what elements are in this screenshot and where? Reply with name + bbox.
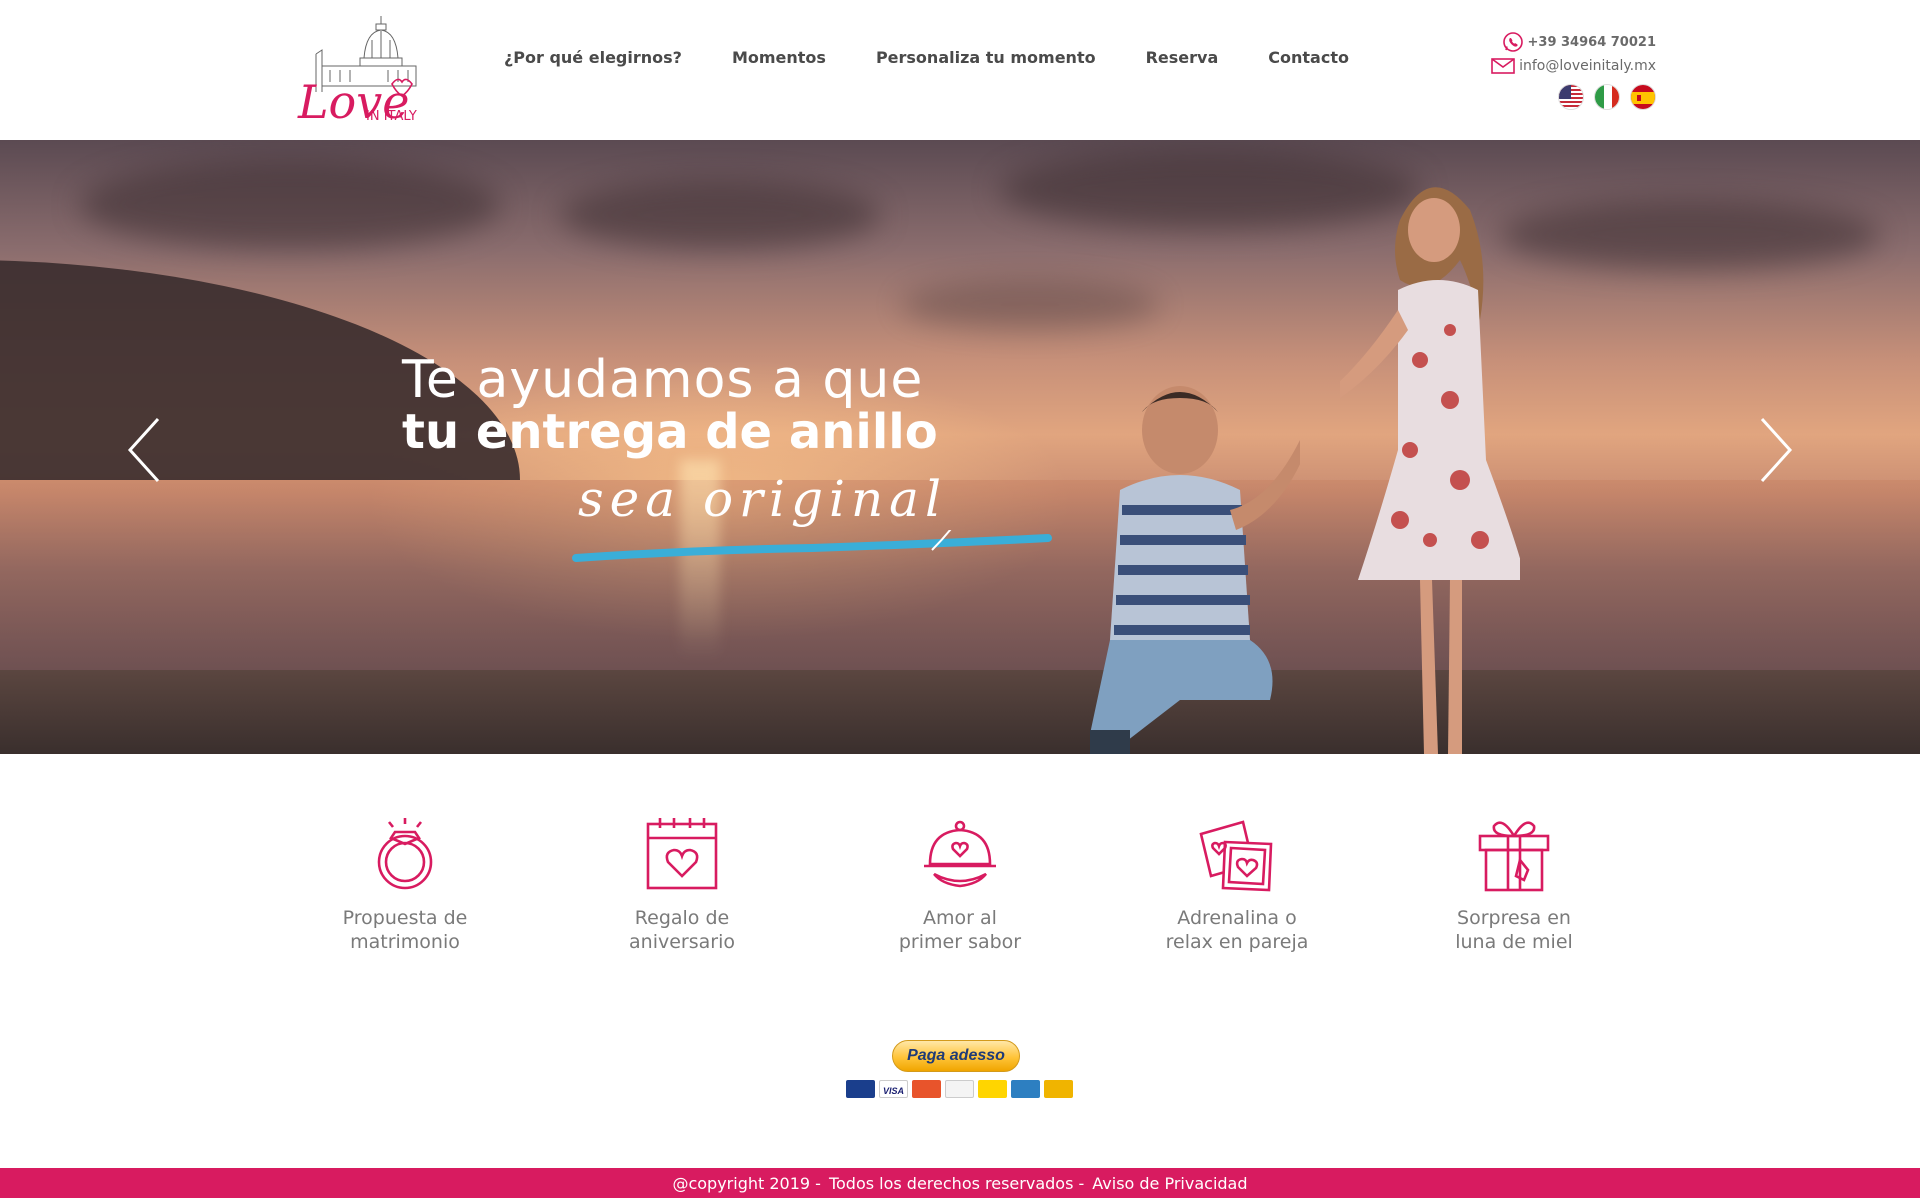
- site-header: Love IN ITALY ¿Por qué elegirnos? Moment…: [0, 0, 1920, 140]
- envelope-icon: [1491, 57, 1515, 75]
- amex-card-icon: [1011, 1080, 1040, 1098]
- service-propuesta[interactable]: Propuesta de matrimonio: [305, 814, 505, 954]
- service-label: Adrenalina o relax en pareja: [1165, 907, 1309, 953]
- hero-cloud: [1500, 200, 1880, 270]
- logo[interactable]: Love IN ITALY: [296, 10, 436, 130]
- man-kneeling-figure: [1090, 386, 1300, 754]
- paypal-widget: Paga adesso VISA: [846, 1040, 1073, 1100]
- hero-line-2: tu entrega de anillo: [402, 404, 938, 460]
- hero-cloud: [80, 160, 500, 250]
- privacy-link[interactable]: Aviso de Privacidad: [1092, 1174, 1247, 1193]
- gift-icon: [1478, 821, 1550, 892]
- svg-text:VISA: VISA: [883, 1086, 904, 1096]
- woman-standing-figure: [1340, 187, 1520, 754]
- paypal-card-icon: [945, 1080, 974, 1098]
- service-label: Regalo de aniversario: [629, 907, 735, 953]
- nav-item-contacto[interactable]: Contacto: [1268, 48, 1349, 67]
- service-sabor[interactable]: Amor al primer sabor: [860, 814, 1060, 954]
- service-sorpresa[interactable]: Sorpresa en luna de miel: [1414, 814, 1614, 954]
- phone-link[interactable]: +39 34964 70021: [1491, 30, 1656, 54]
- service-regalo[interactable]: Regalo de aniversario: [582, 814, 782, 954]
- service-label: Amor al primer sabor: [898, 907, 1022, 953]
- main-nav: ¿Por qué elegirnos? Momentos Personaliza…: [504, 48, 1349, 67]
- contact-info: +39 34964 70021 info@loveinitaly.mx: [1491, 30, 1656, 78]
- mastercard-icon: [912, 1080, 941, 1098]
- us-flag-icon[interactable]: [1558, 84, 1584, 110]
- phone-number: +39 34964 70021: [1527, 34, 1657, 50]
- site-footer: @copyright 2019 - Todos los derechos res…: [0, 1168, 1920, 1198]
- hero-brush-underline: [572, 530, 1052, 562]
- nav-item-momentos[interactable]: Momentos: [732, 48, 826, 67]
- slider-prev-arrow[interactable]: [124, 415, 164, 485]
- pay-now-button[interactable]: Paga adesso: [892, 1040, 1020, 1072]
- hero-line-1: Te ayudamos a que: [402, 350, 924, 410]
- slider-next-arrow[interactable]: [1756, 415, 1796, 485]
- email-link[interactable]: info@loveinitaly.mx: [1491, 54, 1656, 78]
- service-label: Propuesta de matrimonio: [342, 907, 468, 953]
- payment-cards: VISA: [846, 1080, 1073, 1098]
- service-adrenalina[interactable]: Adrenalina o relax en pareja: [1137, 814, 1337, 954]
- maestro-card-icon: [846, 1080, 875, 1098]
- copyright-text: @copyright 2019 -: [672, 1173, 821, 1193]
- hero-cloud: [560, 180, 880, 250]
- nav-item-why-us[interactable]: ¿Por qué elegirnos?: [504, 48, 682, 67]
- hero-cloud: [900, 280, 1160, 330]
- photos-heart-icon: [1199, 820, 1273, 892]
- service-label: Sorpresa en luna de miel: [1455, 907, 1573, 953]
- cloche-heart-icon: [924, 820, 996, 888]
- italy-flag-icon[interactable]: [1594, 84, 1620, 110]
- nav-item-personaliza[interactable]: Personaliza tu momento: [876, 48, 1096, 67]
- hero-beach: [0, 670, 1920, 754]
- services-section: Propuesta de matrimonio Regalo de aniversa…: [0, 754, 1920, 1014]
- hero-slider: Te ayudamos a que tu entrega de anillo s…: [0, 140, 1920, 754]
- ring-icon: [377, 818, 433, 890]
- calendar-heart-icon: [646, 818, 718, 890]
- postepay-card-icon: [978, 1080, 1007, 1098]
- spain-flag-icon[interactable]: [1630, 84, 1656, 110]
- chevron-left-icon: [127, 417, 160, 483]
- logo-subtext: IN ITALY: [366, 109, 417, 124]
- aura-card-icon: [1044, 1080, 1073, 1098]
- chevron-right-icon: [1760, 417, 1793, 483]
- whatsapp-icon: [1502, 31, 1524, 53]
- language-switcher: [1558, 84, 1656, 110]
- nav-item-reserva[interactable]: Reserva: [1146, 48, 1219, 67]
- visa-card-icon: VISA: [879, 1080, 908, 1098]
- hero-line-3: sea original: [578, 470, 947, 528]
- hero-headline: Te ayudamos a que tu entrega de anillo s…: [402, 350, 1052, 562]
- hero-sea: [0, 480, 1920, 680]
- email-address: info@loveinitaly.mx: [1519, 58, 1656, 74]
- rights-text: Todos los derechos reservados -: [828, 1173, 1085, 1193]
